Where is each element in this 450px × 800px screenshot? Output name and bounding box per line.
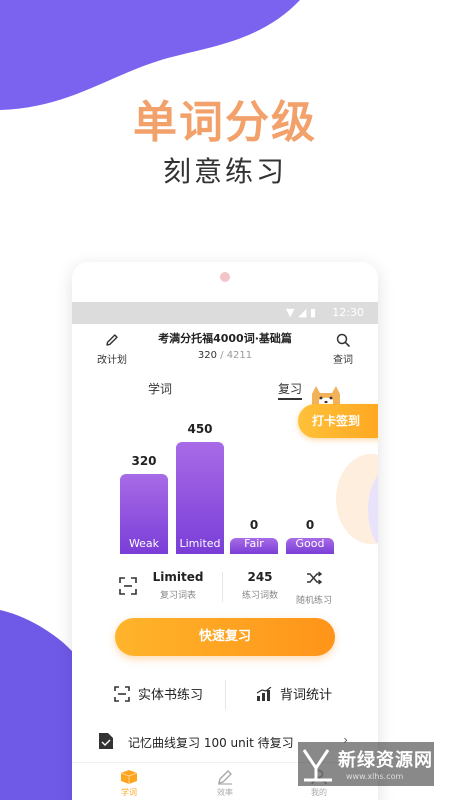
quick-review-button[interactable]: 快速复习 [115,618,335,656]
bar-category-label: Good [295,537,325,550]
app-header: 改计划 考满分托福4000词·基础篇 320 / 4211 查词 [72,326,378,370]
practice-count-value: 245 [247,570,273,584]
book-progress: 320 / 4211 [132,350,318,361]
hero-subtitle: 刻意练习 [162,155,287,188]
watermark-url: www.xlhs.com [346,772,404,781]
watermark-logo-icon [302,749,332,782]
review-mode-label: 复习词表 [159,591,196,601]
nav-item-learn[interactable]: 学词 [104,769,154,798]
bar-fair[interactable]: Fair [230,537,278,554]
tools-divider [225,680,226,710]
box-icon [120,770,138,784]
bar-weak[interactable]: Weak [120,474,168,554]
bar-good[interactable]: Good [286,537,334,554]
shuffle-icon [307,571,323,585]
random-practice-label: 随机练习 [295,596,332,606]
status-time: 12:30 [332,306,364,319]
watermark-title: 新绿资源网 [338,750,433,771]
progress-current: 320 [197,350,217,361]
tab-learn[interactable]: 学词 [148,380,172,397]
bar-limited[interactable]: Limited [176,442,224,554]
tools-row: 实体书练习 背词统计 [72,680,378,710]
random-practice-button[interactable]: 随机练习 [290,570,338,606]
bar-value-label: 0 [249,518,259,532]
nav-efficiency-label: 效率 [217,788,233,797]
pencil-icon [106,334,118,346]
review-mode-value: Limited [152,570,204,584]
nav-learn-label: 学词 [121,788,137,797]
practice-count-label: 练习词数 [241,591,278,601]
bar-category-label: Limited [179,537,221,550]
nav-mine-label: 我的 [311,788,327,797]
memory-curve-text: 记忆曲线复习 100 unit 待复习 [128,736,294,750]
camera-dot [220,272,230,282]
nav-item-efficiency[interactable]: 效率 [200,769,250,798]
book-info[interactable]: 考满分托福4000词·基础篇 320 / 4211 [132,330,318,361]
bar-category-label: Fair [244,537,264,550]
document-icon [99,733,113,749]
stats-divider [222,572,223,602]
level-bar-chart: Weak 320 Limited 450 Fair 0 Good 0 [72,412,378,554]
bar-chart-icon [256,686,272,701]
edit-plan-button[interactable]: 改计划 [92,332,132,366]
search-icon [336,333,350,347]
tab-review[interactable]: 复习 [278,380,303,400]
scan-icon[interactable] [118,576,138,596]
book-practice-button[interactable]: 实体书练习 [114,684,203,703]
signal-icon: ▼ ◢ ▮ [286,306,316,319]
bar-value-label: 0 [305,518,315,532]
status-bar: ▼ ◢ ▮ 12:30 [72,302,378,324]
book-practice-label: 实体书练习 [138,688,204,703]
progress-total: / 4211 [220,350,253,361]
practice-count-stat: 245 练习词数 [234,570,286,601]
stats-row: Limited 复习词表 245 练习词数 随机练习 [72,564,378,608]
watermark: 新绿资源网 www.xlhs.com [298,742,434,786]
lookup-button[interactable]: 查词 [328,332,358,366]
word-stats-button[interactable]: 背词统计 [256,684,332,703]
review-mode-stat[interactable]: Limited 复习词表 [152,570,204,601]
hero-title: 单词分级 [133,97,317,148]
bar-value-label: 450 [187,422,213,436]
bar-category-label: Weak [128,537,160,550]
book-scan-icon [114,685,130,702]
lookup-label: 查词 [333,355,353,366]
bar-value-label: 320 [131,454,157,468]
edit-plan-label: 改计划 [97,355,127,366]
edit-icon [218,770,232,785]
word-stats-label: 背词统计 [280,688,333,703]
phone-mockup: ▼ ◢ ▮ 12:30 改计划 考满分托福4000词·基础篇 320 / 421… [72,262,378,800]
book-title: 考满分托福4000词·基础篇 [158,332,292,345]
